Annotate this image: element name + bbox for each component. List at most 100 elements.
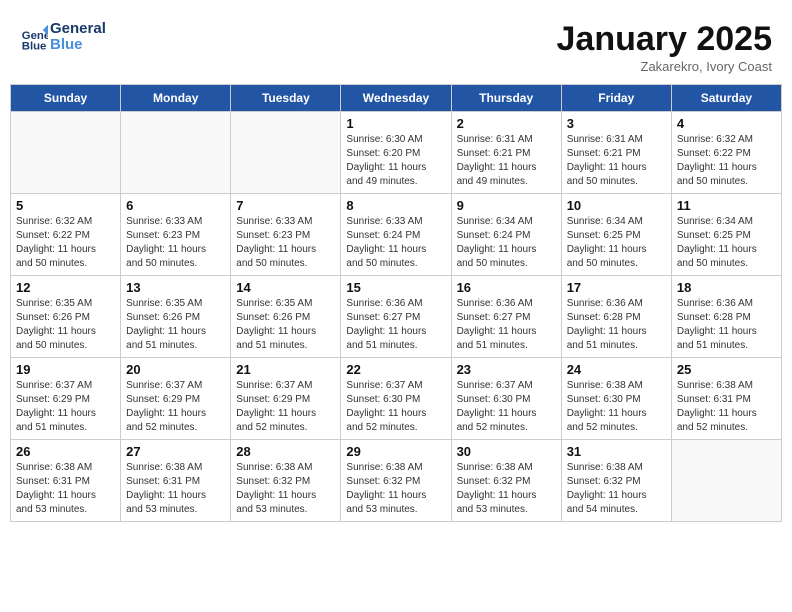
- day-number: 24: [567, 362, 666, 377]
- day-info: Sunrise: 6:38 AM Sunset: 6:31 PM Dayligh…: [16, 461, 115, 517]
- day-number: 29: [346, 444, 445, 459]
- day-number: 19: [16, 362, 115, 377]
- calendar-day-cell: 15 Sunrise: 6:36 AM Sunset: 6:27 PM Dayli…: [341, 276, 451, 358]
- calendar-title: January 2025: [557, 20, 773, 59]
- calendar-day-cell: 6 Sunrise: 6:33 AM Sunset: 6:23 PM Daylig…: [121, 194, 231, 276]
- day-number: 22: [346, 362, 445, 377]
- svg-text:Blue: Blue: [22, 40, 47, 51]
- weekday-header: Sunday: [11, 85, 121, 112]
- day-number: 18: [677, 280, 776, 295]
- calendar-day-cell: 2Sunrise: 6:31 AM Sunset: 6:21 PM Daylig…: [451, 112, 561, 194]
- day-info: Sunrise: 6:35 AM Sunset: 6:26 PM Dayligh…: [236, 297, 335, 353]
- calendar-week-row: 26 Sunrise: 6:38 AM Sunset: 6:31 PM Dayli…: [11, 440, 782, 522]
- day-number: 20: [126, 362, 225, 377]
- calendar-week-row: 5 Sunrise: 6:32 AM Sunset: 6:22 PM Daylig…: [11, 194, 782, 276]
- calendar-day-cell: 7Sunrise: 6:33 AM Sunset: 6:23 PM Daylig…: [231, 194, 341, 276]
- day-info: Sunrise: 6:37 AM Sunset: 6:29 PM Dayligh…: [236, 379, 335, 435]
- day-number: 9: [457, 198, 556, 213]
- calendar-day-cell: 16 Sunrise: 6:36 AM Sunset: 6:27 PM Dayli…: [451, 276, 561, 358]
- weekday-header: Friday: [561, 85, 671, 112]
- day-number: 25: [677, 362, 776, 377]
- calendar-day-cell: 8Sunrise: 6:33 AM Sunset: 6:24 PM Daylig…: [341, 194, 451, 276]
- day-number: 13: [126, 280, 225, 295]
- weekday-header: Tuesday: [231, 85, 341, 112]
- day-number: 23: [457, 362, 556, 377]
- calendar-day-cell: 3Sunrise: 6:31 AM Sunset: 6:21 PM Daylig…: [561, 112, 671, 194]
- day-number: 11: [677, 198, 776, 213]
- day-info: Sunrise: 6:34 AM Sunset: 6:24 PM Dayligh…: [457, 215, 556, 271]
- day-info: Sunrise: 6:31 AM Sunset: 6:21 PM Dayligh…: [567, 133, 666, 189]
- day-number: 31: [567, 444, 666, 459]
- day-info: Sunrise: 6:36 AM Sunset: 6:27 PM Dayligh…: [457, 297, 556, 353]
- day-number: 8: [346, 198, 445, 213]
- calendar-day-cell: 24Sunrise: 6:38 AM Sunset: 6:30 PM Dayli…: [561, 358, 671, 440]
- logo-line2: Blue: [50, 36, 106, 54]
- calendar-day-cell: 30 Sunrise: 6:38 AM Sunset: 6:32 PM Dayli…: [451, 440, 561, 522]
- weekday-header: Saturday: [671, 85, 781, 112]
- calendar-day-cell: 26 Sunrise: 6:38 AM Sunset: 6:31 PM Dayli…: [11, 440, 121, 522]
- calendar-day-cell: 9 Sunrise: 6:34 AM Sunset: 6:24 PM Daylig…: [451, 194, 561, 276]
- calendar-day-cell: 11 Sunrise: 6:34 AM Sunset: 6:25 PM Dayli…: [671, 194, 781, 276]
- day-number: 14: [236, 280, 335, 295]
- calendar-day-cell: 22 Sunrise: 6:37 AM Sunset: 6:30 PM Dayli…: [341, 358, 451, 440]
- day-number: 6: [126, 198, 225, 213]
- calendar-day-cell: 29 Sunrise: 6:38 AM Sunset: 6:32 PM Dayli…: [341, 440, 451, 522]
- calendar-table: SundayMondayTuesdayWednesdayThursdayFrid…: [10, 84, 782, 522]
- logo-icon: General Blue: [20, 23, 48, 51]
- day-number: 16: [457, 280, 556, 295]
- day-info: Sunrise: 6:32 AM Sunset: 6:22 PM Dayligh…: [677, 133, 776, 189]
- day-info: Sunrise: 6:38 AM Sunset: 6:32 PM Dayligh…: [457, 461, 556, 517]
- day-number: 21: [236, 362, 335, 377]
- calendar-day-cell: 14 Sunrise: 6:35 AM Sunset: 6:26 PM Dayli…: [231, 276, 341, 358]
- day-info: Sunrise: 6:36 AM Sunset: 6:28 PM Dayligh…: [677, 297, 776, 353]
- calendar-day-cell: [231, 112, 341, 194]
- calendar-day-cell: 21 Sunrise: 6:37 AM Sunset: 6:29 PM Dayli…: [231, 358, 341, 440]
- weekday-header: Monday: [121, 85, 231, 112]
- day-info: Sunrise: 6:38 AM Sunset: 6:32 PM Dayligh…: [346, 461, 445, 517]
- day-number: 10: [567, 198, 666, 213]
- day-number: 26: [16, 444, 115, 459]
- calendar-day-cell: 5 Sunrise: 6:32 AM Sunset: 6:22 PM Daylig…: [11, 194, 121, 276]
- day-number: 2: [457, 116, 556, 131]
- day-info: Sunrise: 6:35 AM Sunset: 6:26 PM Dayligh…: [16, 297, 115, 353]
- calendar-day-cell: 18 Sunrise: 6:36 AM Sunset: 6:28 PM Dayli…: [671, 276, 781, 358]
- day-info: Sunrise: 6:37 AM Sunset: 6:30 PM Dayligh…: [457, 379, 556, 435]
- calendar-day-cell: 19Sunrise: 6:37 AM Sunset: 6:29 PM Dayli…: [11, 358, 121, 440]
- day-number: 12: [16, 280, 115, 295]
- day-number: 4: [677, 116, 776, 131]
- weekday-header: Wednesday: [341, 85, 451, 112]
- day-number: 5: [16, 198, 115, 213]
- day-number: 27: [126, 444, 225, 459]
- calendar-week-row: 1 Sunrise: 6:30 AM Sunset: 6:20 PM Daylig…: [11, 112, 782, 194]
- calendar-day-cell: 31Sunrise: 6:38 AM Sunset: 6:32 PM Dayli…: [561, 440, 671, 522]
- day-info: Sunrise: 6:32 AM Sunset: 6:22 PM Dayligh…: [16, 215, 115, 271]
- day-info: Sunrise: 6:37 AM Sunset: 6:30 PM Dayligh…: [346, 379, 445, 435]
- day-info: Sunrise: 6:30 AM Sunset: 6:20 PM Dayligh…: [346, 133, 445, 189]
- page-header: General Blue General Blue January 2025 Z…: [10, 10, 782, 79]
- calendar-day-cell: [671, 440, 781, 522]
- calendar-day-cell: 28Sunrise: 6:38 AM Sunset: 6:32 PM Dayli…: [231, 440, 341, 522]
- day-number: 28: [236, 444, 335, 459]
- day-info: Sunrise: 6:38 AM Sunset: 6:31 PM Dayligh…: [677, 379, 776, 435]
- calendar-day-cell: 1 Sunrise: 6:30 AM Sunset: 6:20 PM Daylig…: [341, 112, 451, 194]
- day-info: Sunrise: 6:33 AM Sunset: 6:23 PM Dayligh…: [126, 215, 225, 271]
- day-info: Sunrise: 6:34 AM Sunset: 6:25 PM Dayligh…: [677, 215, 776, 271]
- day-info: Sunrise: 6:38 AM Sunset: 6:31 PM Dayligh…: [126, 461, 225, 517]
- calendar-day-cell: 23 Sunrise: 6:37 AM Sunset: 6:30 PM Dayli…: [451, 358, 561, 440]
- weekday-header-row: SundayMondayTuesdayWednesdayThursdayFrid…: [11, 85, 782, 112]
- logo: General Blue General Blue: [20, 20, 106, 54]
- day-info: Sunrise: 6:36 AM Sunset: 6:27 PM Dayligh…: [346, 297, 445, 353]
- day-number: 1: [346, 116, 445, 131]
- calendar-day-cell: [11, 112, 121, 194]
- calendar-day-cell: 25 Sunrise: 6:38 AM Sunset: 6:31 PM Dayli…: [671, 358, 781, 440]
- day-number: 30: [457, 444, 556, 459]
- day-number: 15: [346, 280, 445, 295]
- calendar-week-row: 12 Sunrise: 6:35 AM Sunset: 6:26 PM Dayli…: [11, 276, 782, 358]
- calendar-day-cell: 27 Sunrise: 6:38 AM Sunset: 6:31 PM Dayli…: [121, 440, 231, 522]
- day-info: Sunrise: 6:37 AM Sunset: 6:29 PM Dayligh…: [126, 379, 225, 435]
- day-number: 17: [567, 280, 666, 295]
- calendar-day-cell: 17 Sunrise: 6:36 AM Sunset: 6:28 PM Dayli…: [561, 276, 671, 358]
- day-info: Sunrise: 6:36 AM Sunset: 6:28 PM Dayligh…: [567, 297, 666, 353]
- day-info: Sunrise: 6:34 AM Sunset: 6:25 PM Dayligh…: [567, 215, 666, 271]
- calendar-day-cell: 12 Sunrise: 6:35 AM Sunset: 6:26 PM Dayli…: [11, 276, 121, 358]
